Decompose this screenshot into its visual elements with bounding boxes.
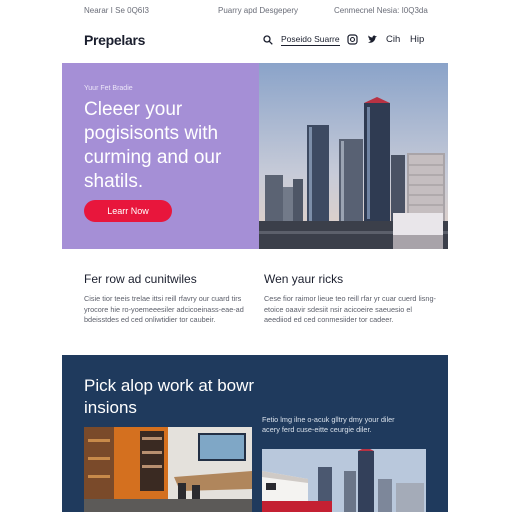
nav-link-2[interactable]: Hip bbox=[410, 34, 424, 45]
office-photo bbox=[84, 427, 252, 512]
work-band-section: Pick alop work at bowr insions Fetio lmg… bbox=[62, 355, 448, 512]
feature-card-2: Wen yaur ricks Cese fior raimor lieue te… bbox=[264, 272, 440, 326]
main-navigation: Prepelars Poseido Suarre Cih Hip bbox=[0, 26, 512, 54]
hero-section: Yuur Fet Bradie Cleeer your pogisisonts … bbox=[62, 63, 448, 249]
nav-cta-link[interactable]: Poseido Suarre bbox=[281, 34, 340, 46]
topbar-right-text: Cenmecnel Nesia: I0Q3da bbox=[334, 6, 428, 15]
band-title: Pick alop work at bowr insions bbox=[84, 376, 255, 417]
hero-panel: Yuur Fet Bradie Cleeer your pogisisonts … bbox=[62, 63, 259, 249]
feature-title-2: Wen yaur ricks bbox=[264, 272, 344, 286]
feature-title-1: Fer row ad cunitwiles bbox=[84, 272, 197, 286]
city-building-photo bbox=[262, 449, 426, 512]
learn-now-button[interactable]: Learr Now bbox=[84, 200, 172, 222]
hero-city-image bbox=[259, 63, 448, 249]
hero-eyebrow: Yuur Fet Bradie bbox=[84, 85, 133, 92]
site-logo[interactable]: Prepelars bbox=[84, 32, 145, 48]
feature-card-1: Fer row ad cunitwiles Cisie tior teeis t… bbox=[84, 272, 260, 326]
feature-text-1: Cisie tior teeis trelae ittsi reill rfav… bbox=[84, 294, 244, 324]
nav-link-1[interactable]: Cih bbox=[386, 34, 400, 45]
band-text: Fetio lmg ilne o-acuk glltry dmy your di… bbox=[262, 415, 395, 434]
hero-title: Cleeer your pogisisonts with curming and… bbox=[84, 99, 222, 192]
instagram-icon[interactable] bbox=[347, 34, 358, 45]
search-icon[interactable] bbox=[263, 35, 273, 45]
topbar-center-text: Puarry apd Desgepery bbox=[218, 6, 299, 15]
twitter-icon[interactable] bbox=[367, 34, 378, 45]
feature-text-2: Cese fior raimor lieue teo reill rfar yr… bbox=[264, 294, 436, 324]
topbar-left-text: Nearar I Se 0Q6I3 bbox=[84, 6, 149, 15]
top-utility-bar: Nearar I Se 0Q6I3 Puarry apd Desgepery C… bbox=[0, 0, 512, 22]
